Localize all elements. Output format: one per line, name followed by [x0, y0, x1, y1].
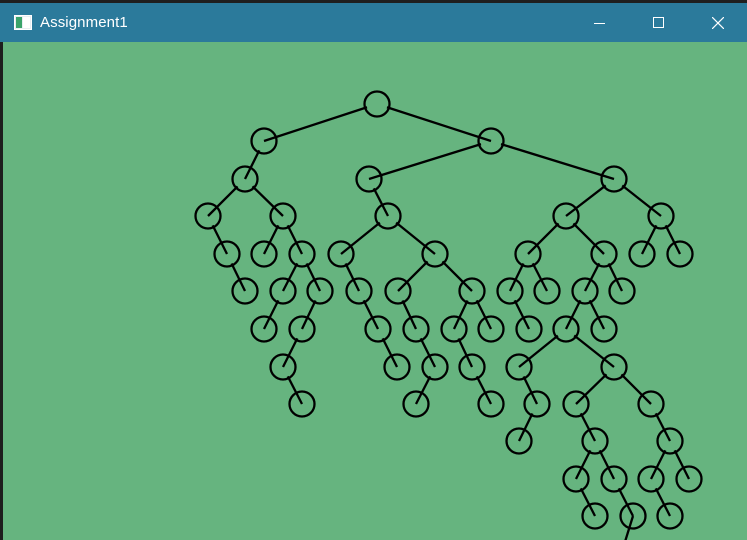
- tree-edge: [565, 184, 607, 217]
- window-title: Assignment1: [40, 14, 128, 31]
- tree-edge: [527, 222, 560, 255]
- minimize-button[interactable]: [570, 3, 629, 42]
- tree-edge: [340, 221, 381, 255]
- tree-edge: [395, 221, 436, 255]
- tree-edges: [207, 106, 691, 540]
- tree-edge: [397, 260, 429, 292]
- tree-node: [363, 90, 391, 118]
- tree-nodes: [194, 90, 703, 530]
- tree-edge: [620, 373, 652, 405]
- title-bar[interactable]: Assignment1: [0, 0, 747, 42]
- drawing-canvas: [3, 42, 747, 540]
- tree-edge: [621, 184, 662, 217]
- maximize-button[interactable]: [629, 3, 688, 42]
- minimize-icon: [593, 22, 605, 24]
- tree-drawing: [194, 90, 703, 540]
- tree-edge: [368, 143, 482, 181]
- tree-edge: [263, 106, 368, 143]
- close-button[interactable]: [688, 3, 747, 42]
- app-icon: [13, 15, 33, 31]
- close-icon: [711, 16, 724, 29]
- maximize-icon: [652, 16, 664, 28]
- tree-edge: [251, 185, 284, 217]
- tree-edge: [500, 143, 615, 181]
- tree-edge: [441, 260, 473, 292]
- tree-edge: [386, 106, 492, 143]
- tree-edge: [207, 185, 239, 217]
- window-controls: [570, 3, 747, 42]
- tree-edge: [572, 222, 605, 255]
- tree-edge: [575, 373, 608, 405]
- app-window: Assignment1: [0, 0, 747, 540]
